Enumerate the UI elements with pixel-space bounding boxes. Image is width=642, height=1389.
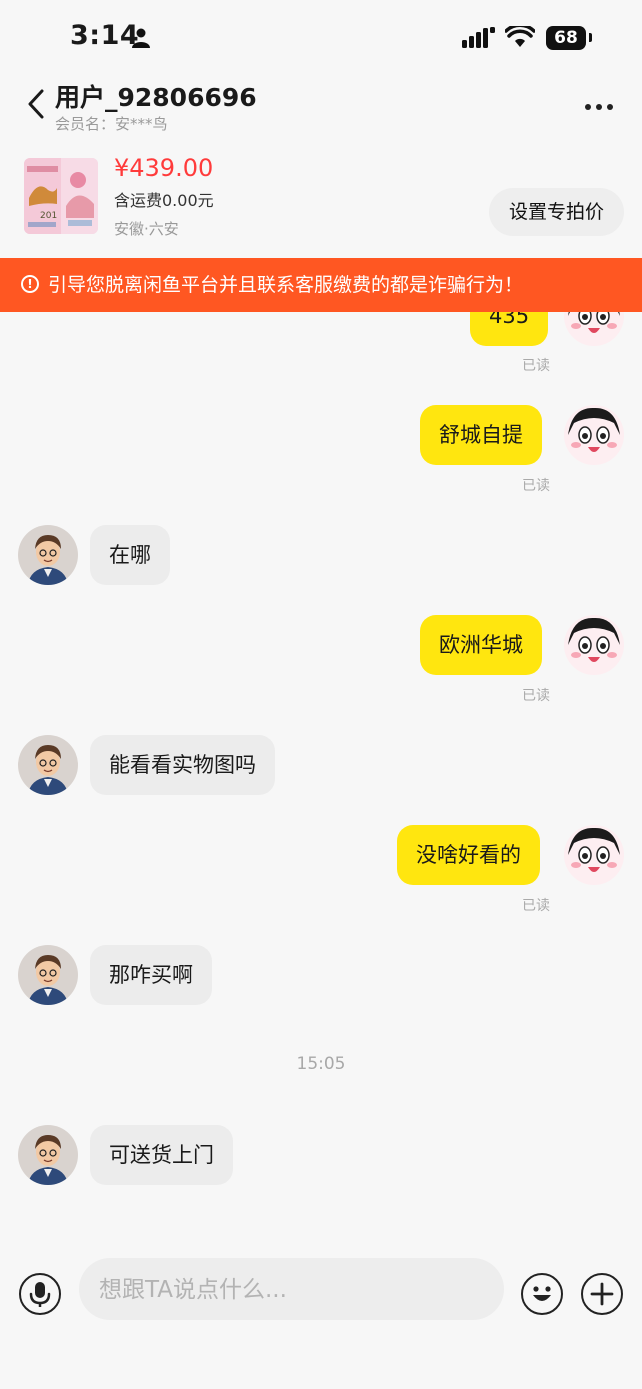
read-status: 已读 [522, 898, 550, 914]
message-bubble[interactable]: 没啥好看的 [397, 825, 540, 885]
message-bubble[interactable]: 那咋买啊 [90, 945, 212, 1005]
my-avatar[interactable] [564, 825, 624, 885]
contact-avatar[interactable] [18, 525, 78, 585]
time-separator: 15:05 [296, 1054, 346, 1074]
message-bubble[interactable]: 在哪 [90, 525, 170, 585]
scam-warning-banner: ! 引导您脱离闲鱼平台并且联系客服缴费的都是诈骗行为！ [0, 258, 642, 312]
product-thumbnail[interactable]: 201 [24, 158, 98, 234]
warning-text: 引导您脱离闲鱼平台并且联系客服缴费的都是诈骗行为！ [48, 274, 524, 296]
more-options-icon[interactable] [585, 95, 621, 113]
my-avatar[interactable] [564, 615, 624, 675]
svg-text:201: 201 [40, 211, 57, 221]
smiley-icon [533, 1286, 551, 1301]
read-status: 已读 [522, 358, 550, 374]
status-bar: 3:14 68 [0, 0, 642, 72]
battery-indicator: 68 [546, 26, 586, 50]
emoji-button[interactable] [521, 1273, 563, 1315]
contact-avatar[interactable] [18, 1125, 78, 1185]
message-bubble[interactable]: 欧洲华城 [420, 615, 542, 675]
battery-tip [589, 33, 592, 42]
read-status: 已读 [522, 688, 550, 704]
microphone-icon [29, 1282, 51, 1307]
chat-title: 用户_92806696 [55, 83, 257, 112]
contact-avatar[interactable] [18, 945, 78, 1005]
person-icon [132, 28, 150, 48]
more-actions-button[interactable] [581, 1273, 623, 1315]
set-special-price-button[interactable]: 设置专拍价 [489, 188, 624, 236]
read-status: 已读 [522, 478, 550, 494]
status-time: 3:14 [70, 20, 140, 51]
product-location: 安徽·六安 [114, 220, 179, 238]
voice-input-button[interactable] [19, 1273, 61, 1315]
message-input-container[interactable] [79, 1258, 504, 1322]
wifi-icon [505, 26, 535, 47]
message-bubble[interactable]: 舒城自提 [420, 405, 542, 465]
product-price: ¥439.00 [114, 154, 214, 182]
member-name: 会员名：安***鸟 [55, 115, 168, 133]
my-avatar[interactable] [564, 405, 624, 465]
shipping-fee: 含运费0.00元 [114, 191, 214, 210]
message-bubble[interactable]: 可送货上门 [90, 1125, 233, 1185]
cellular-signal-icon [462, 27, 495, 48]
back-arrow-icon[interactable] [22, 86, 52, 122]
message-input[interactable] [97, 1258, 491, 1322]
contact-avatar[interactable] [18, 735, 78, 795]
message-bubble[interactable]: 能看看实物图吗 [90, 735, 275, 795]
plus-icon [590, 1282, 614, 1306]
warning-icon: ! [21, 275, 39, 293]
